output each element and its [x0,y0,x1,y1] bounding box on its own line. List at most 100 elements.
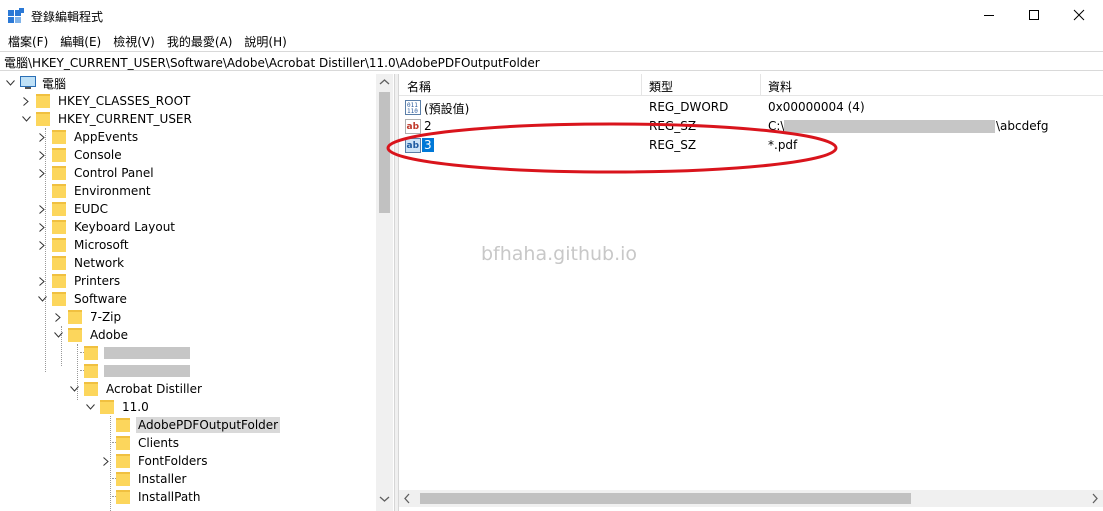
value-row[interactable]: 011 110 (預設值) REG_DWORD 0x00000004 (4) [399,98,1103,117]
tree-item-hkcr[interactable]: HKEY_CLASSES_ROOT [20,92,192,110]
chevron-down-icon[interactable] [20,110,32,128]
tree-label-7zip: 7-Zip [90,310,122,324]
menu-favorites[interactable]: 我的最愛(A) [159,31,233,50]
tree-item-appevents[interactable]: AppEvents [36,128,140,146]
close-button[interactable] [1056,0,1102,30]
chevron-down-icon[interactable] [36,290,48,308]
folder-icon [116,436,130,450]
tree-item-environment[interactable]: Environment [36,182,153,200]
tree-item-7zip[interactable]: 7-Zip [52,308,123,326]
folder-icon [116,472,130,486]
tree-label-acrobat-distiller: Acrobat Distiller [106,382,202,396]
tree-item-microsoft[interactable]: Microsoft [36,236,131,254]
tree-item-adobe[interactable]: Adobe [52,326,130,344]
tree-item-hkcu[interactable]: HKEY_CURRENT_USER [20,110,194,128]
menu-help[interactable]: 說明(H) [236,31,286,50]
folder-icon [68,328,82,342]
tree-item-computer[interactable]: 電腦 [4,74,68,92]
scroll-right-icon[interactable] [1086,490,1103,507]
redacted-label [104,365,190,377]
chevron-right-icon[interactable] [36,164,48,182]
tree-item-installpath[interactable]: InstallPath [100,488,202,506]
list-scroll-thumb[interactable] [420,493,911,504]
tree-label-fontfolders: FontFolders [138,454,208,468]
chevron-right-icon[interactable] [100,452,112,470]
folder-icon [52,166,66,180]
chevron-right-icon[interactable] [20,92,32,110]
tree-label-hkcu: HKEY_CURRENT_USER [58,112,192,126]
tree-label-printers: Printers [74,274,121,288]
folder-icon [116,454,130,468]
column-header-name[interactable]: 名稱 [407,78,431,95]
chevron-right-icon[interactable] [36,236,48,254]
folder-icon [84,346,98,360]
tree-label-eudc: EUDC [74,202,108,216]
tree-item-clients[interactable]: Clients [100,434,181,452]
tree-label-computer: 電腦 [42,76,67,91]
value-name: (預設值) [424,102,470,116]
tree-label-control-panel: Control Panel [74,166,154,180]
tree-label-clients: Clients [138,436,179,450]
chevron-right-icon[interactable] [52,308,64,326]
chevron-down-icon[interactable] [68,380,80,398]
tree-item-acrobat-distiller[interactable]: Acrobat Distiller [68,380,204,398]
chevron-down-icon[interactable] [4,74,16,92]
chevron-right-icon[interactable] [36,272,48,290]
tree-item-software[interactable]: Software [36,290,129,308]
scroll-left-icon[interactable] [399,490,416,507]
chevron-down-icon[interactable] [84,398,96,416]
tree-label-appevents: AppEvents [74,130,139,144]
folder-icon [116,490,130,504]
menu-file[interactable]: 檔案(F) [0,31,48,50]
menu-bar: 檔案(F) 編輯(E) 檢視(V) 我的最愛(A) 說明(H) [0,31,1103,50]
tree-item-redacted-2[interactable] [68,362,190,380]
chevron-down-icon[interactable] [52,326,64,344]
address-bar[interactable]: 電腦\HKEY_CURRENT_USER\Software\Adobe\Acro… [0,51,1103,71]
folder-icon [52,256,66,270]
title-bar: 登錄編輯程式 [0,0,1103,30]
chevron-right-icon[interactable] [36,128,48,146]
folder-icon [52,238,66,252]
tree-item-11-0[interactable]: 11.0 [84,398,151,416]
menu-view[interactable]: 檢視(V) [105,31,155,50]
scroll-down-icon[interactable] [376,491,393,508]
tree-item-installer[interactable]: Installer [100,470,188,488]
column-header-type[interactable]: 類型 [649,78,673,95]
tree-item-adobepdfoutputfolder[interactable]: AdobePDFOutputFolder [100,416,281,434]
column-header-data[interactable]: 資料 [768,78,792,95]
registry-editor-window: 登錄編輯程式 檔案(F) 編輯(E) 檢視(V) 我的最愛(A) 說明(H) 電… [0,0,1103,511]
tree-item-printers[interactable]: Printers [36,272,122,290]
folder-icon [84,382,98,396]
watermark: bfhaha.github.io [481,243,638,265]
close-icon [1073,9,1085,21]
tree-item-control-panel[interactable]: Control Panel [36,164,156,182]
chevron-right-icon[interactable] [36,218,48,236]
tree-item-fontfolders[interactable]: FontFolders [100,452,209,470]
tree-item-console[interactable]: Console [36,146,124,164]
tree-item-eudc[interactable]: EUDC [36,200,110,218]
menu-edit[interactable]: 編輯(E) [52,31,101,50]
tree-item-network[interactable]: Network [36,254,126,272]
tree-label-hkcr: HKEY_CLASSES_ROOT [58,94,191,108]
chevron-right-icon[interactable] [36,200,48,218]
chevron-right-icon[interactable] [36,146,48,164]
value-data: 0x00000004 (4) [768,100,865,114]
tree-item-keyboard-layout[interactable]: Keyboard Layout [36,218,177,236]
folder-icon [52,202,66,216]
tree-label-installpath: InstallPath [138,490,201,504]
tree-label-adobe: Adobe [90,328,128,342]
minimize-icon [984,15,994,16]
minimize-button[interactable] [966,0,1012,30]
tree-item-redacted-1[interactable] [68,344,190,362]
folder-icon [52,292,66,306]
folder-icon [52,148,66,162]
folder-icon [36,94,50,108]
tree-label-software: Software [74,292,127,306]
value-type: REG_DWORD [649,100,729,114]
folder-icon [100,400,114,414]
scroll-up-icon[interactable] [376,74,393,91]
maximize-button[interactable] [1011,0,1057,30]
tree-label-installer: Installer [138,472,187,486]
tree-label-console: Console [74,148,122,162]
folder-icon [52,184,66,198]
